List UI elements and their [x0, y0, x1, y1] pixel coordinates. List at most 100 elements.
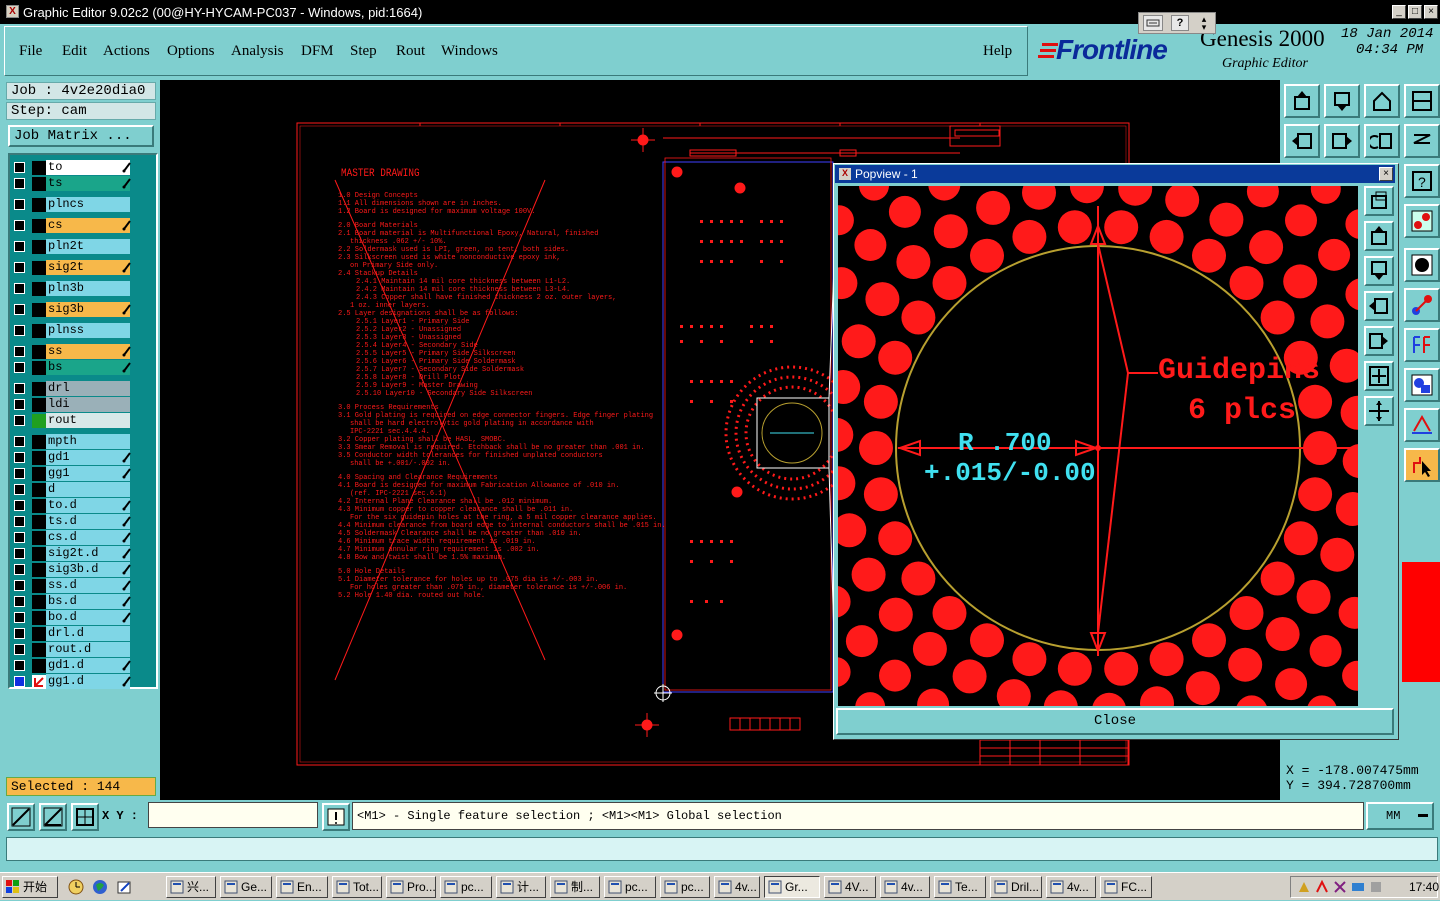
- layer-checkbox[interactable]: [14, 676, 25, 687]
- wave-icon[interactable]: [1404, 124, 1440, 158]
- layer-checkbox[interactable]: [14, 220, 25, 231]
- layer-edit-icon[interactable]: [122, 611, 131, 625]
- layer-row[interactable]: ts: [12, 176, 156, 192]
- tray-volume-icon[interactable]: [1369, 880, 1383, 894]
- layer-row[interactable]: cs: [12, 218, 156, 234]
- layer-checkbox[interactable]: [14, 241, 25, 252]
- layer-name[interactable]: bs.d: [46, 594, 130, 609]
- layer-edit-icon[interactable]: [122, 361, 131, 375]
- layer-row[interactable]: sig3b: [12, 302, 156, 318]
- layer-color-swatch[interactable]: [32, 515, 46, 529]
- layer-checkbox[interactable]: [14, 612, 25, 623]
- layer-row[interactable]: sig2t: [12, 260, 156, 276]
- layer-row[interactable]: ts.d: [12, 514, 156, 530]
- layer-edit-icon[interactable]: [122, 467, 131, 481]
- line-tool-icon[interactable]: [1404, 288, 1440, 322]
- layer-name[interactable]: gg1.d: [46, 674, 130, 689]
- layer-name[interactable]: plncs: [46, 197, 130, 212]
- xy-input[interactable]: [148, 802, 318, 828]
- pan-right-icon[interactable]: [1324, 124, 1360, 158]
- layer-row[interactable]: drl: [12, 381, 156, 397]
- layer-name[interactable]: bo.d: [46, 610, 130, 625]
- alert-icon[interactable]: [322, 803, 350, 831]
- layer-checkbox[interactable]: [14, 580, 25, 591]
- app-icon[interactable]: X: [6, 5, 19, 18]
- layer-checkbox[interactable]: [14, 628, 25, 639]
- layer-color-swatch[interactable]: [32, 282, 46, 296]
- layer-color-swatch[interactable]: [32, 261, 46, 275]
- layer-color-swatch[interactable]: [32, 177, 46, 191]
- layer-edit-icon[interactable]: [122, 451, 131, 465]
- house-icon[interactable]: [1364, 84, 1400, 118]
- layer-color-swatch[interactable]: [32, 643, 46, 657]
- shapes-icon[interactable]: [1404, 368, 1440, 402]
- layer-row[interactable]: rout: [12, 413, 156, 429]
- layer-color-swatch[interactable]: [32, 324, 46, 338]
- layer-checkbox[interactable]: [14, 452, 25, 463]
- popview-close-button[interactable]: Close: [836, 708, 1394, 735]
- layer-edit-icon[interactable]: [122, 595, 131, 609]
- layer-row[interactable]: gg1: [12, 466, 156, 482]
- tray-tool-icon[interactable]: [1297, 880, 1311, 894]
- layer-color-swatch[interactable]: [32, 451, 46, 465]
- pad-icon[interactable]: [1404, 248, 1440, 282]
- layer-color-swatch[interactable]: [32, 483, 46, 497]
- layer-color-swatch[interactable]: [32, 345, 46, 359]
- layer-row[interactable]: sig3b.d: [12, 562, 156, 578]
- layer-checkbox[interactable]: [14, 178, 25, 189]
- select-tool-icon[interactable]: [1404, 448, 1440, 482]
- layer-color-swatch[interactable]: [32, 361, 46, 375]
- layer-row[interactable]: bs.d: [12, 594, 156, 610]
- layer-color-swatch[interactable]: [32, 563, 46, 577]
- taskbar-item[interactable]: FC...: [1100, 876, 1152, 898]
- layer-name[interactable]: to.d: [46, 498, 130, 513]
- layer-color-swatch[interactable]: [32, 382, 46, 396]
- layer-checkbox[interactable]: [14, 436, 25, 447]
- popview-fit-icon[interactable]: [1364, 186, 1394, 216]
- command-line[interactable]: [6, 837, 1438, 861]
- taskbar-item[interactable]: Dril...: [990, 876, 1042, 898]
- layer-edit-icon[interactable]: [122, 515, 131, 529]
- layer-edit-icon[interactable]: [122, 547, 131, 561]
- grid-icon[interactable]: [71, 803, 99, 831]
- layer-row[interactable]: to: [12, 160, 156, 176]
- tray-network-icon[interactable]: [1351, 880, 1365, 894]
- maximize-button[interactable]: □: [1408, 5, 1422, 19]
- taskbar-item[interactable]: Tot...: [332, 876, 382, 898]
- layer-checkbox[interactable]: [14, 516, 25, 527]
- layer-color-swatch[interactable]: [32, 219, 46, 233]
- menu-options[interactable]: Options: [167, 43, 215, 60]
- layer-name[interactable]: drl: [46, 381, 130, 396]
- layer-row[interactable]: pln2t: [12, 239, 156, 255]
- layer-color-swatch[interactable]: [32, 398, 46, 412]
- layer-checkbox[interactable]: [14, 644, 25, 655]
- layer-color-swatch[interactable]: [32, 467, 46, 481]
- layer-row[interactable]: gg1.d: [12, 674, 156, 690]
- redraw-icon[interactable]: [1364, 124, 1400, 158]
- layer-checkbox[interactable]: [14, 283, 25, 294]
- layer-row[interactable]: cs.d: [12, 530, 156, 546]
- layer-checkbox[interactable]: [14, 325, 25, 336]
- layer-name[interactable]: sig2t: [46, 260, 130, 275]
- layer-color-swatch[interactable]: [32, 659, 46, 673]
- layer-name[interactable]: ts.d: [46, 514, 130, 529]
- layer-name[interactable]: bs: [46, 360, 130, 375]
- layer-row[interactable]: rout.d: [12, 642, 156, 658]
- taskbar-item[interactable]: 4V...: [824, 876, 876, 898]
- layer-checkbox[interactable]: [14, 415, 25, 426]
- layer-color-swatch[interactable]: [32, 198, 46, 212]
- popview-zoom-out-icon[interactable]: [1364, 396, 1394, 426]
- layer-name[interactable]: ss.d: [46, 578, 130, 593]
- layer-edit-icon[interactable]: [122, 659, 131, 673]
- query-icon[interactable]: ?: [1404, 164, 1440, 198]
- layer-name[interactable]: plnss: [46, 323, 130, 338]
- layer-checkbox[interactable]: [14, 162, 25, 173]
- layer-checkbox[interactable]: [14, 468, 25, 479]
- layer-name[interactable]: sig3b.d: [46, 562, 130, 577]
- layer-checkbox[interactable]: [14, 596, 25, 607]
- layer-color-swatch[interactable]: [32, 611, 46, 625]
- menu-analysis[interactable]: Analysis: [231, 43, 284, 60]
- layer-row[interactable]: ss.d: [12, 578, 156, 594]
- taskbar-item[interactable]: En...: [276, 876, 328, 898]
- layer-name[interactable]: rout.d: [46, 642, 130, 657]
